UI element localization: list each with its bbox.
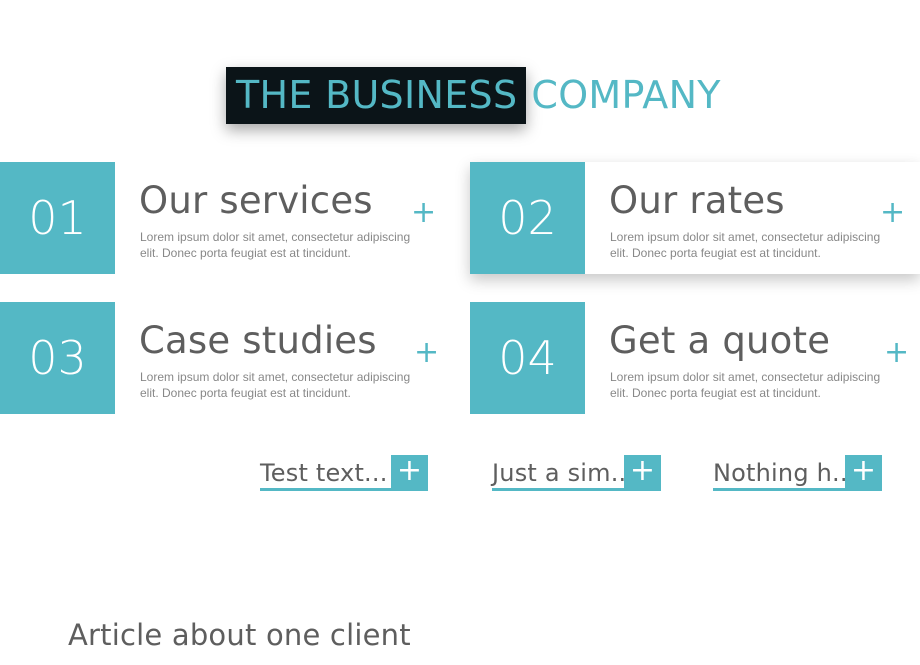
card-description: Lorem ipsum dolor sit amet, consectetur … (610, 370, 881, 400)
card-number: 04 (470, 302, 585, 414)
plus-icon[interactable]: + (624, 455, 661, 488)
article-heading: Article about one client (68, 618, 411, 652)
expand-plus-icon[interactable]: + (884, 338, 909, 368)
card-description: Lorem ipsum dolor sit amet, consectetur … (140, 370, 411, 400)
link-label: Just a sim... (492, 459, 635, 487)
card-description: Lorem ipsum dolor sit amet, consectetur … (610, 230, 881, 260)
service-card-quote[interactable]: 04 Get a quote Lorem ipsum dolor sit ame… (470, 302, 920, 414)
card-title: Our rates (609, 179, 785, 222)
link-label: Test text... (260, 459, 388, 487)
service-card-case-studies[interactable]: 03 Case studies Lorem ipsum dolor sit am… (0, 302, 450, 414)
card-number: 02 (470, 162, 585, 274)
expand-plus-icon[interactable]: + (880, 198, 905, 228)
expand-plus-icon[interactable]: + (414, 338, 439, 368)
expand-plus-icon[interactable]: + (411, 198, 436, 228)
read-more-link-2[interactable]: Just a sim... + (492, 455, 661, 491)
card-title: Case studies (139, 319, 377, 362)
card-title: Our services (139, 179, 373, 222)
card-title: Get a quote (609, 319, 831, 362)
read-more-link-3[interactable]: Nothing h... + (713, 455, 882, 491)
plus-icon[interactable]: + (845, 455, 882, 488)
read-more-link-1[interactable]: Test text... + (260, 455, 428, 491)
card-number: 01 (0, 162, 115, 274)
link-label: Nothing h... (713, 459, 856, 487)
card-description: Lorem ipsum dolor sit amet, consectetur … (140, 230, 411, 260)
service-card-rates[interactable]: 02 Our rates Lorem ipsum dolor sit amet,… (470, 162, 920, 274)
card-number: 03 (0, 302, 115, 414)
plus-icon[interactable]: + (391, 455, 428, 488)
brand-name-highlight: THE BUSINESS (226, 67, 527, 124)
brand-name-suffix: COMPANY (531, 73, 721, 117)
service-card-services[interactable]: 01 Our services Lorem ipsum dolor sit am… (0, 162, 450, 274)
brand-logo[interactable]: THE BUSINESS COMPANY (226, 67, 721, 124)
